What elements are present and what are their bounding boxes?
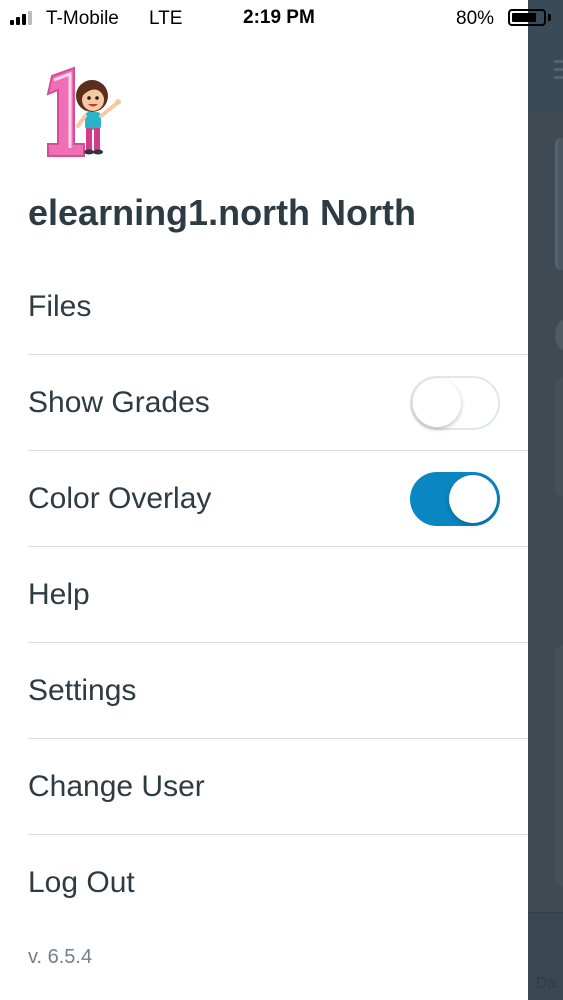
background-avatar bbox=[555, 320, 563, 350]
menu-item-label: Show Grades bbox=[28, 385, 210, 419]
menu-item-color-overlay[interactable]: Color Overlay bbox=[28, 451, 528, 547]
show-grades-toggle[interactable] bbox=[410, 375, 500, 430]
menu-item-files[interactable]: Files bbox=[28, 260, 528, 355]
background-card bbox=[555, 138, 563, 270]
toggle-knob bbox=[413, 378, 461, 427]
toggle-knob bbox=[449, 474, 497, 523]
menu-item-label: Change User bbox=[28, 769, 205, 803]
menu-item-label: Color Overlay bbox=[28, 481, 212, 515]
drawer-menu: Files Show Grades Color Overlay Help Set… bbox=[28, 260, 528, 931]
app-version: v. 6.5.4 bbox=[28, 946, 93, 968]
account-name: elearning1.north North bbox=[28, 192, 417, 233]
menu-item-change-user[interactable]: Change User bbox=[28, 739, 528, 835]
menu-item-help[interactable]: Help bbox=[28, 547, 528, 643]
background-card bbox=[555, 646, 563, 886]
menu-item-label: Files bbox=[28, 290, 92, 323]
menu-item-log-out[interactable]: Log Out bbox=[28, 835, 528, 931]
background-app[interactable]: Da bbox=[528, 0, 563, 1000]
color-overlay-toggle[interactable] bbox=[410, 471, 500, 526]
menu-item-label: Settings bbox=[28, 673, 137, 707]
app-logo bbox=[40, 64, 135, 160]
hamburger-icon[interactable] bbox=[554, 60, 563, 80]
menu-item-settings[interactable]: Settings bbox=[28, 643, 528, 739]
background-tab-label: Da bbox=[536, 975, 557, 992]
background-card bbox=[555, 378, 563, 496]
battery-tip bbox=[548, 14, 551, 21]
menu-item-label: Help bbox=[28, 577, 90, 611]
menu-item-label: Log Out bbox=[28, 866, 135, 899]
menu-item-show-grades[interactable]: Show Grades bbox=[28, 355, 528, 451]
navigation-drawer: elearning1.north North Files Show Grades… bbox=[0, 0, 528, 999]
